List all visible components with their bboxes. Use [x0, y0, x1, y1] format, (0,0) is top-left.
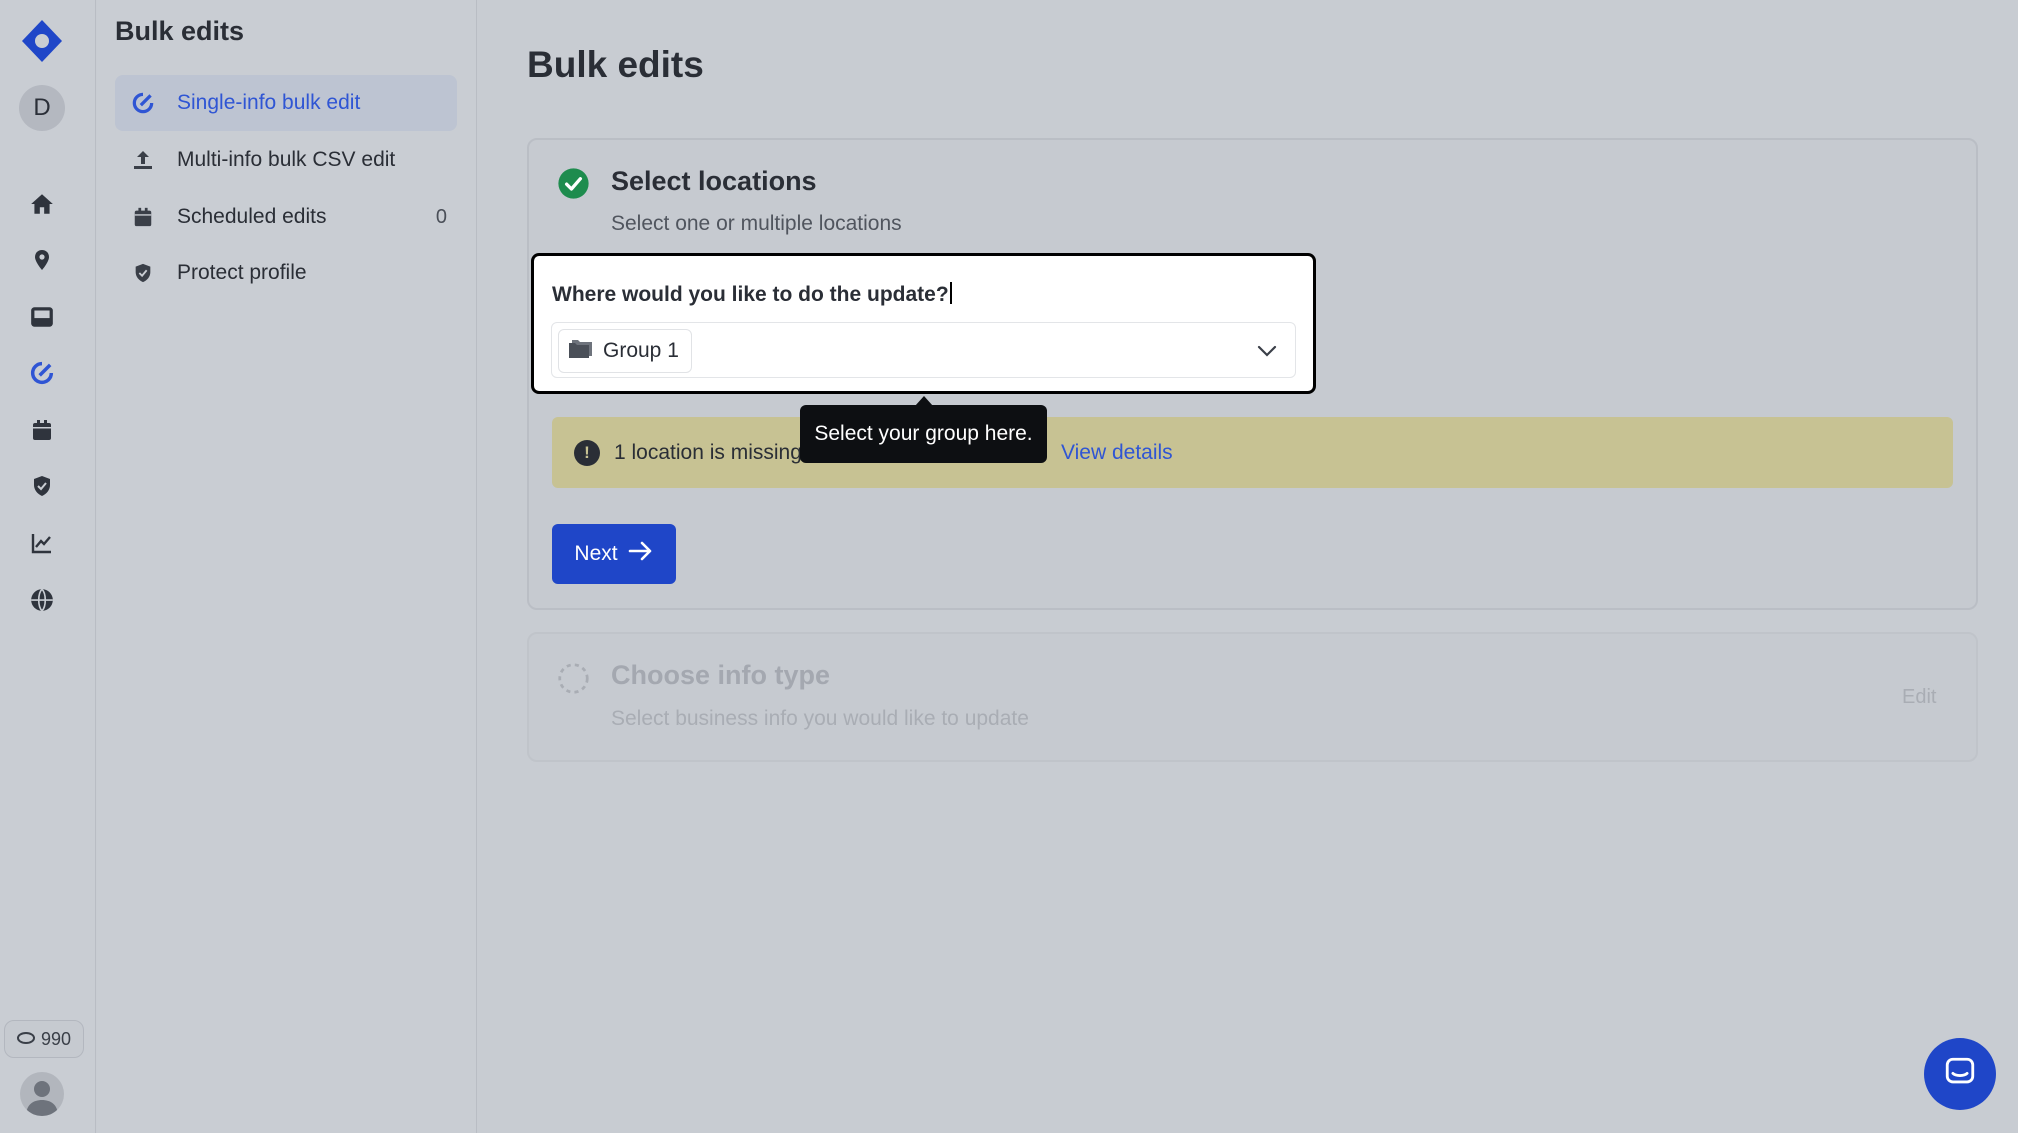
view-details-link[interactable]: View details [1061, 441, 1173, 465]
scheduled-count: 0 [435, 205, 447, 228]
calendar-icon [129, 203, 157, 231]
step-subtitle: Select business info you would like to u… [611, 707, 1029, 730]
chart-icon[interactable] [28, 529, 56, 557]
tooltip-text: Select your group here. [814, 422, 1033, 445]
location-pin-icon[interactable] [28, 246, 56, 274]
next-button[interactable]: Next [552, 524, 676, 584]
sidebar-item-label: Multi-info bulk CSV edit [177, 148, 396, 171]
folder-icon [567, 337, 595, 365]
credits-badge[interactable]: 990 [4, 1020, 84, 1058]
warning-text: 1 location is missing [614, 440, 802, 464]
upload-icon [129, 146, 157, 174]
edit-step-button[interactable]: Edit [1902, 686, 1936, 709]
location-question-label: Where would you like to do the update? [552, 282, 952, 307]
home-icon[interactable] [28, 190, 56, 218]
workspace-avatar[interactable]: D [19, 85, 65, 131]
next-button-label: Next [574, 542, 618, 565]
user-avatar[interactable] [20, 1072, 64, 1116]
chat-icon [1943, 1055, 1977, 1094]
location-picker-spotlight: Where would you like to do the update? G… [531, 253, 1316, 394]
icon-rail: D 990 [0, 0, 96, 1133]
sidebar-item-multi-info-bulk-csv-edit[interactable]: Multi-info bulk CSV edit [115, 132, 457, 188]
check-circle-icon [557, 167, 590, 200]
location-group-select[interactable]: Group 1 [551, 322, 1296, 378]
chevron-down-icon[interactable] [1255, 339, 1279, 363]
sidebar-item-label: Single-info bulk edit [177, 91, 361, 114]
step-title: Select locations [611, 166, 817, 196]
sidebar-item-label: Protect profile [177, 261, 307, 284]
shield-icon [129, 259, 157, 287]
sidebar-item-protect-profile[interactable]: Protect profile [115, 245, 457, 301]
selected-group-chip[interactable]: Group 1 [558, 329, 692, 373]
coin-icon [16, 1029, 35, 1050]
sidebar-item-label: Scheduled edits [177, 205, 327, 228]
choose-info-type-card [527, 632, 1978, 762]
app-logo-icon[interactable] [20, 18, 64, 64]
pending-step-icon [557, 662, 590, 695]
page-title: Bulk edits [527, 44, 704, 85]
arrow-right-icon [628, 541, 654, 567]
globe-icon[interactable] [28, 586, 56, 614]
sidebar-item-scheduled-edits[interactable]: Scheduled edits 0 [115, 189, 457, 245]
bulk-edits-sidebar: Bulk edits Single-info bulk edit Multi-i… [97, 0, 477, 1133]
selected-group-label: Group 1 [603, 339, 679, 362]
credits-count: 990 [40, 1028, 72, 1049]
shield-icon[interactable] [28, 472, 56, 500]
sidebar-item-single-info-bulk-edit[interactable]: Single-info bulk edit [115, 75, 457, 131]
bulk-edit-icon[interactable] [28, 359, 56, 387]
onboarding-tooltip: Select your group here. [800, 396, 1047, 463]
step-title: Choose info type [611, 660, 831, 690]
sidebar-title: Bulk edits [115, 16, 245, 46]
step-subtitle: Select one or multiple locations [611, 212, 902, 235]
inbox-icon[interactable] [28, 303, 56, 331]
alert-icon: ! [574, 439, 600, 466]
missing-location-warning: ! 1 location is missing View details [552, 417, 1953, 488]
chat-launcher-button[interactable] [1924, 1038, 1996, 1110]
calendar-icon[interactable] [28, 416, 56, 444]
bulk-edit-icon [129, 89, 157, 117]
